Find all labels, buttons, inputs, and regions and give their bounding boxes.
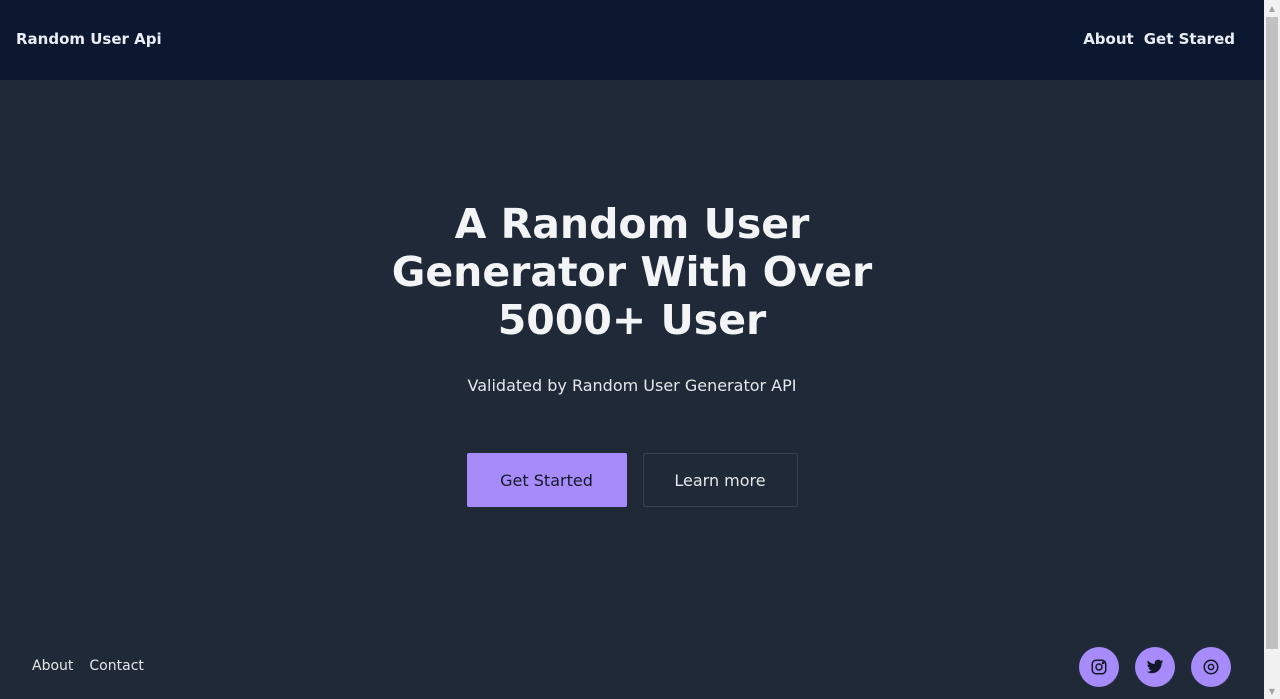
footer-links: About Contact — [32, 658, 144, 674]
instagram-icon — [1091, 659, 1107, 675]
navbar: Random User Api About Get Stared — [0, 0, 1264, 80]
twitter-button[interactable] — [1135, 647, 1175, 687]
hero-subtitle: Validated by Random User Generator API — [467, 376, 797, 395]
brand-logo[interactable]: Random User Api — [16, 30, 162, 48]
twitter-icon — [1146, 659, 1164, 674]
dribbble-button[interactable] — [1191, 647, 1231, 687]
scrollbar-thumb[interactable] — [1266, 17, 1278, 649]
social-links — [1079, 647, 1231, 687]
nav-about-link[interactable]: About — [1083, 30, 1134, 48]
hero-title: A Random User Generator With Over 5000+ … — [391, 200, 873, 344]
hero-section: A Random User Generator With Over 5000+ … — [0, 200, 1264, 507]
learn-more-button[interactable]: Learn more — [642, 453, 798, 507]
page: Random User Api About Get Stared A Rando… — [0, 0, 1264, 699]
footer-about-link[interactable]: About — [32, 658, 73, 674]
scroll-up-arrow-icon[interactable]: ▲ — [1264, 0, 1280, 16]
scroll-down-arrow-icon[interactable]: ▼ — [1264, 683, 1280, 699]
nav-get-started-link[interactable]: Get Stared — [1144, 30, 1235, 48]
hero-actions: Get Started Learn more — [0, 453, 1264, 507]
instagram-button[interactable] — [1079, 647, 1119, 687]
get-started-button[interactable]: Get Started — [466, 453, 627, 507]
vertical-scrollbar[interactable]: ▲ ▼ — [1264, 0, 1280, 699]
dribbble-icon — [1203, 659, 1219, 675]
main-nav: About Get Stared — [1083, 30, 1235, 48]
footer-contact-link[interactable]: Contact — [89, 658, 143, 674]
